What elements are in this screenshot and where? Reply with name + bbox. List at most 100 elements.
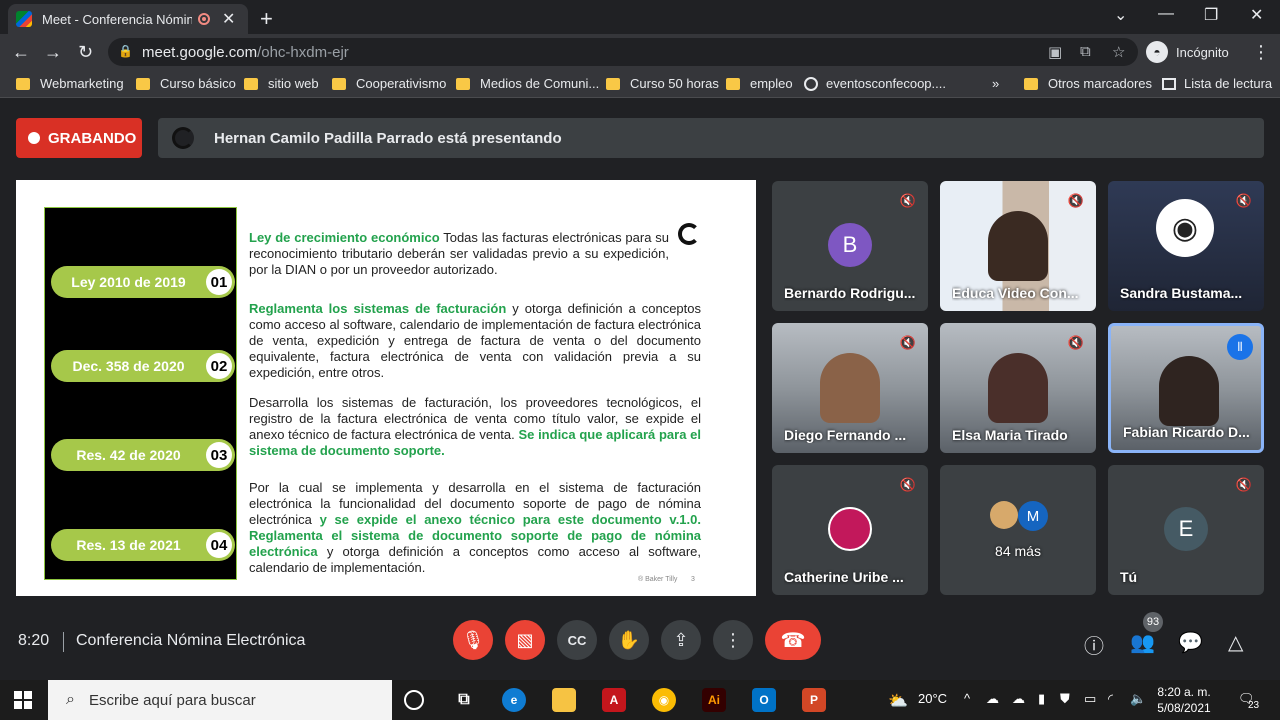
taskbar-search[interactable]: ⌕ Escribe aquí para buscar bbox=[48, 680, 392, 720]
restore-button[interactable]: ❐ bbox=[1204, 5, 1218, 25]
bookmark-item[interactable]: Curso 50 horas bbox=[606, 76, 719, 91]
onedrive-icon[interactable]: ☁ bbox=[1012, 691, 1025, 707]
timeline-pill: Res. 13 de 2021 04 bbox=[51, 529, 235, 561]
bookmark-item[interactable]: Cooperativismo bbox=[332, 76, 446, 91]
self-tile[interactable]: 🔇 E Tú bbox=[1108, 465, 1264, 595]
recording-indicator-icon bbox=[198, 13, 210, 25]
weather-icon[interactable]: ⛅ bbox=[888, 691, 908, 711]
participant-video bbox=[988, 211, 1048, 281]
task-view-icon[interactable]: ⧉ bbox=[452, 688, 476, 712]
windows-taskbar: ⌕ Escribe aquí para buscar ⧉ e A ◉ Ai O … bbox=[0, 680, 1280, 720]
illustrator-icon[interactable]: Ai bbox=[702, 688, 726, 712]
participant-tile[interactable]: 🔇 B Bernardo Rodrigu... bbox=[772, 181, 928, 311]
participant-count-badge: 93 bbox=[1143, 612, 1163, 632]
menu-icon[interactable]: ⋮ bbox=[1252, 42, 1270, 63]
windows-start-icon[interactable] bbox=[14, 691, 32, 709]
new-tab-button[interactable]: + bbox=[260, 6, 273, 32]
recording-badge[interactable]: GRABANDO bbox=[16, 118, 142, 158]
participant-tile[interactable]: ⦀ Fabian Ricardo D... bbox=[1108, 323, 1264, 453]
avatar: E bbox=[1164, 507, 1208, 551]
participant-tile[interactable]: 🔇 Elsa Maria Tirado bbox=[940, 323, 1096, 453]
more-count: 84 más bbox=[995, 543, 1041, 559]
bookmark-item[interactable]: empleo bbox=[726, 76, 793, 91]
more-participants-tile[interactable]: M 84 más bbox=[940, 465, 1096, 595]
forward-button[interactable]: → bbox=[44, 42, 62, 63]
notification-count: 23 bbox=[1248, 700, 1260, 711]
usb-icon[interactable]: ▮ bbox=[1038, 691, 1045, 707]
powerpoint-icon[interactable]: P bbox=[802, 688, 826, 712]
info-icon[interactable]: ⓘ bbox=[1084, 630, 1104, 659]
folder-icon bbox=[16, 77, 30, 90]
more-options-button[interactable]: ⋮ bbox=[713, 620, 753, 660]
tray-chevron-icon[interactable]: ^ bbox=[964, 691, 970, 706]
reload-button[interactable]: ↻ bbox=[78, 42, 93, 63]
minimize-button[interactable]: — bbox=[1158, 5, 1174, 23]
mic-toggle-button[interactable]: 🎙 bbox=[453, 620, 493, 660]
address-bar[interactable]: 🔒 meet.google.com/ohc-hxdm-ejr ▣ ⧉ ☆ bbox=[108, 38, 1138, 66]
cortana-icon[interactable] bbox=[404, 690, 424, 710]
slide-footer: ® Baker Tilly bbox=[638, 576, 678, 583]
close-window-button[interactable]: ✕ bbox=[1250, 5, 1263, 25]
participant-name: Bernardo Rodrigu... bbox=[784, 285, 916, 301]
raise-hand-button[interactable]: ✋ bbox=[609, 620, 649, 660]
activities-icon[interactable]: △ bbox=[1228, 630, 1243, 655]
timeline-pill: Ley 2010 de 2019 01 bbox=[51, 266, 235, 298]
camera-icon[interactable]: ▣ bbox=[1048, 43, 1062, 61]
participant-name: Tú bbox=[1120, 569, 1138, 585]
bookmark-star-icon[interactable]: ☆ bbox=[1112, 43, 1125, 61]
wifi-icon[interactable]: ◜ bbox=[1108, 691, 1113, 707]
chat-icon[interactable]: 💬 bbox=[1178, 630, 1203, 655]
chrome-icon[interactable]: ◉ bbox=[652, 688, 676, 712]
onedrive-icon[interactable]: ☁ bbox=[986, 691, 999, 707]
system-clock[interactable]: 8:20 a. m. 5/08/2021 bbox=[1152, 684, 1216, 716]
other-bookmarks[interactable]: Otros marcadores bbox=[1024, 76, 1152, 91]
speaking-indicator-icon: ⦀ bbox=[1227, 334, 1253, 360]
slide-page-number: 3 bbox=[691, 576, 695, 583]
bookmark-item[interactable]: Webmarketing bbox=[16, 76, 124, 91]
participant-tile[interactable]: 🔇 ◉ Sandra Bustama... bbox=[1108, 181, 1264, 311]
file-explorer-icon[interactable] bbox=[552, 688, 576, 712]
participant-name: Educa Video Con... bbox=[952, 285, 1079, 301]
leave-call-button[interactable]: ☎ bbox=[765, 620, 821, 660]
incognito-indicator[interactable]: ◓ Incógnito bbox=[1146, 39, 1229, 65]
participant-tile[interactable]: 🔇 Diego Fernando ... bbox=[772, 323, 928, 453]
tab-search-icon[interactable]: ⌄ bbox=[1114, 5, 1127, 25]
mic-off-icon: 🔇 bbox=[899, 477, 916, 492]
battery-icon[interactable]: ▭ bbox=[1084, 691, 1096, 707]
participant-tile[interactable]: 🔇 Catherine Uribe ... bbox=[772, 465, 928, 595]
temperature[interactable]: 20°C bbox=[918, 691, 947, 706]
cast-icon[interactable]: ⧉ bbox=[1080, 43, 1091, 60]
mic-off-icon: 🔇 bbox=[1235, 193, 1252, 208]
back-button[interactable]: ← bbox=[12, 42, 30, 63]
meeting-time: 8:20 bbox=[18, 632, 50, 649]
reading-list[interactable]: Lista de lectura bbox=[1162, 76, 1272, 91]
antivirus-icon[interactable]: ⛊ bbox=[1060, 691, 1070, 707]
volume-icon[interactable]: 🔈 bbox=[1130, 691, 1146, 707]
shared-slide: Ley 2010 de 2019 01 Dec. 358 de 2020 02 Re… bbox=[16, 180, 756, 596]
baker-tilly-logo-icon bbox=[678, 223, 700, 245]
folder-icon bbox=[1024, 77, 1038, 90]
captions-button[interactable]: CC bbox=[557, 620, 597, 660]
browser-tab[interactable]: Meet - Conferencia Nómina Ele ✕ bbox=[8, 4, 248, 34]
bookmark-item[interactable]: eventosconfecoop.... bbox=[804, 76, 946, 91]
edge-icon[interactable]: e bbox=[502, 688, 526, 712]
close-tab-icon[interactable]: ✕ bbox=[222, 9, 235, 29]
mic-off-icon: 🔇 bbox=[899, 193, 916, 208]
people-icon[interactable]: 👥 bbox=[1130, 630, 1155, 655]
bookmark-item[interactable]: Curso básico bbox=[136, 76, 236, 91]
tab-title: Meet - Conferencia Nómina Ele bbox=[42, 11, 192, 27]
camera-toggle-button[interactable]: ▧ bbox=[505, 620, 545, 660]
participant-tile[interactable]: 🔇 Educa Video Con... bbox=[940, 181, 1096, 311]
mic-off-icon: 🔇 bbox=[1067, 193, 1084, 208]
outlook-icon[interactable]: O bbox=[752, 688, 776, 712]
tab-strip: Meet - Conferencia Nómina Ele ✕ + ⌄ — ❐ … bbox=[0, 0, 1280, 34]
participant-name: Elsa Maria Tirado bbox=[952, 427, 1068, 443]
participant-name: Catherine Uribe ... bbox=[784, 569, 904, 585]
obs-logo-icon: ◉ bbox=[1156, 199, 1214, 257]
acrobat-icon[interactable]: A bbox=[602, 688, 626, 712]
bookmark-item[interactable]: sitio web bbox=[244, 76, 319, 91]
present-button[interactable]: ⇪ bbox=[661, 620, 701, 660]
more-bookmarks-button[interactable]: » bbox=[992, 76, 999, 91]
mic-off-icon: 🔇 bbox=[899, 335, 916, 350]
bookmark-item[interactable]: Medios de Comuni... bbox=[456, 76, 599, 91]
